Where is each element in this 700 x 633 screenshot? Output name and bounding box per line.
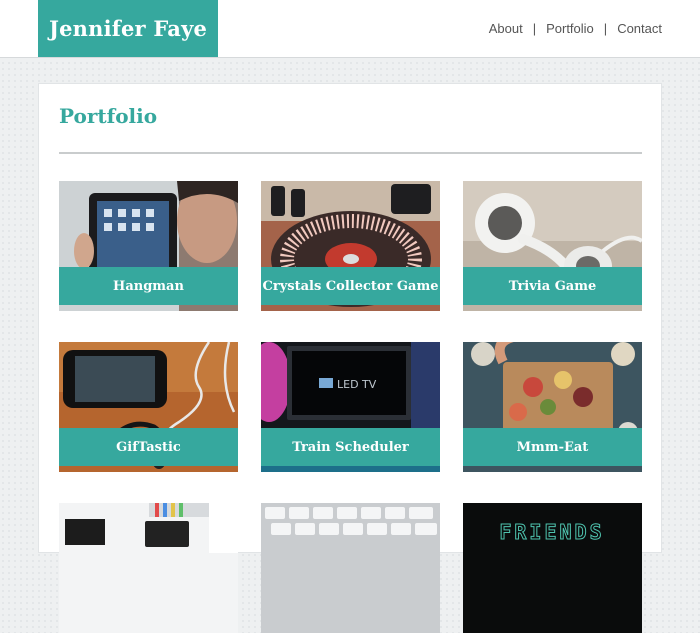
nav-portfolio-link[interactable]: Portfolio: [546, 21, 594, 36]
nav-separator: |: [532, 21, 537, 36]
project-title: Hangman: [59, 267, 238, 305]
project-title: GifTastic: [59, 428, 238, 466]
svg-text:LED TV: LED TV: [337, 378, 377, 391]
svg-text:FRIENDS: FRIENDS: [499, 520, 604, 544]
project-tile-mmm-eat[interactable]: Mmm-Eat: [463, 342, 642, 472]
project-tile-keyboard[interactable]: [261, 503, 440, 633]
friends-sign-photo-icon: FRIENDS: [463, 503, 642, 633]
site-brand[interactable]: Jennifer Faye: [38, 0, 218, 57]
site-header: Jennifer Faye About | Portfolio | Contac…: [0, 0, 700, 58]
project-title: Train Scheduler: [261, 428, 440, 466]
page-title: Portfolio: [59, 104, 158, 128]
project-tile-hangman[interactable]: Hangman: [59, 181, 238, 311]
project-tile-trivia[interactable]: Trivia Game: [463, 181, 642, 311]
project-title: Crystals Collector Game: [261, 267, 440, 305]
nav-contact-link[interactable]: Contact: [617, 21, 662, 36]
project-tile-desk[interactable]: [59, 503, 238, 633]
project-tile-crystals-collector[interactable]: Crystals Collector Game: [261, 181, 440, 311]
title-divider: [59, 152, 642, 154]
project-tile-friends[interactable]: FRIENDS: [463, 503, 642, 633]
nav-about-link[interactable]: About: [489, 21, 523, 36]
project-title: Mmm-Eat: [463, 428, 642, 466]
project-tile-giftastic[interactable]: GifTastic: [59, 342, 238, 472]
keyboard-photo-icon: [261, 503, 440, 633]
project-tile-train-scheduler[interactable]: LED TV Train Scheduler: [261, 342, 440, 472]
project-title: Trivia Game: [463, 267, 642, 305]
portfolio-panel: Portfolio Hangman Crystals Collector Gam…: [38, 83, 662, 633]
desk-laptop-photo-icon: [59, 503, 238, 633]
main-nav: About | Portfolio | Contact: [489, 0, 662, 57]
nav-separator: |: [603, 21, 608, 36]
